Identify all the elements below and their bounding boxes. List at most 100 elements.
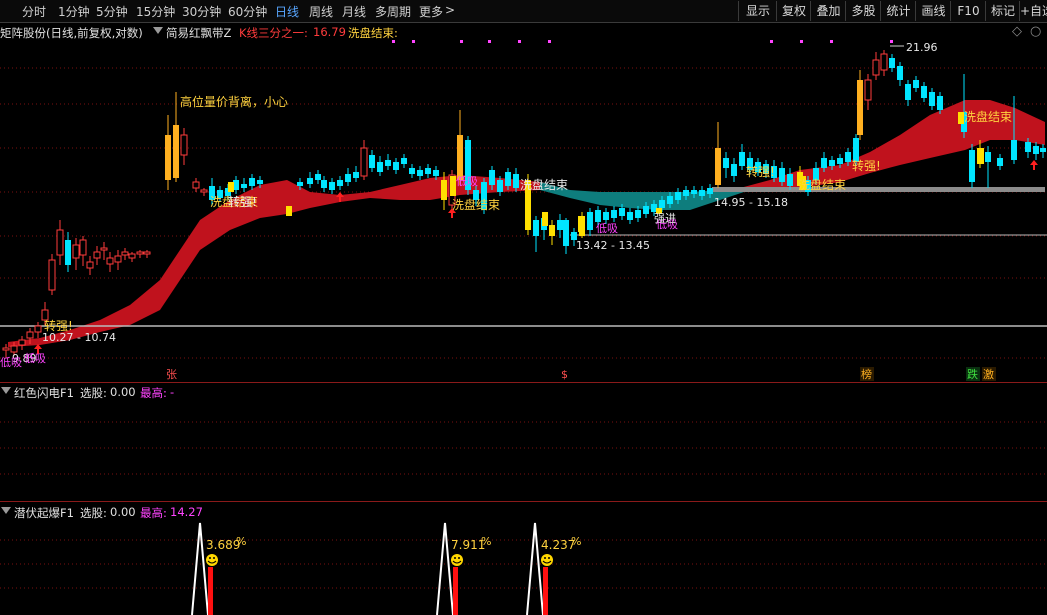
candle-body	[611, 210, 617, 218]
candle-body-up	[200, 189, 208, 193]
candle-body	[837, 158, 843, 164]
panel2-indicator-name[interactable]: 红色闪电F1	[14, 385, 74, 401]
panel3-indicator-name[interactable]: 潜伏起爆F1	[14, 505, 74, 521]
spike-percent-label: %	[236, 535, 246, 548]
candle-body-up	[93, 251, 101, 259]
candle-body	[1040, 148, 1046, 152]
panel3-select-value: 0.00	[110, 505, 136, 519]
candle-body-up	[34, 325, 42, 333]
chevron-right-icon[interactable]: >	[445, 3, 455, 17]
adjust-button[interactable]: 复权	[776, 1, 811, 21]
candle-body	[699, 190, 705, 196]
candle-body	[937, 96, 943, 110]
candle-body	[369, 155, 375, 168]
candle-body-up	[872, 59, 880, 76]
spike-percent-label: %	[571, 535, 581, 548]
candle-body	[659, 200, 665, 208]
period-tab-60min[interactable]: 60分钟	[228, 3, 267, 20]
panel2-select-label: 选股:	[80, 386, 107, 400]
smiley-eye	[213, 557, 215, 559]
multi-stock-button[interactable]: 多股	[845, 1, 881, 21]
turn-strong-annotation: 转强!	[44, 318, 73, 333]
candlestick-chart[interactable]: 21.9614.95 - 15.1813.42 - 13.4510.27 - 1…	[0, 40, 1047, 383]
period-tab-more[interactable]: 更多	[419, 3, 443, 20]
param1-label: K线三分之一:	[239, 26, 308, 40]
candle-body-up	[121, 251, 129, 256]
event-marker: $	[561, 368, 568, 381]
candle-body	[557, 220, 563, 230]
candle-body	[401, 158, 407, 164]
candle-body	[549, 225, 555, 236]
candle-body	[345, 174, 351, 182]
smiley-icon	[541, 554, 553, 566]
overlay-button[interactable]: 叠加	[810, 1, 846, 21]
candle-body	[315, 174, 321, 180]
candle-body	[533, 220, 539, 236]
candle-body	[921, 86, 927, 98]
dropdown-triangle-icon[interactable]	[153, 27, 163, 34]
spike-percent-label: %	[481, 535, 491, 548]
candle-body	[1025, 142, 1031, 152]
period-tab-5min[interactable]: 5分钟	[96, 3, 128, 20]
candle-body	[595, 210, 601, 222]
candle-body-up	[79, 239, 87, 256]
circle-icon[interactable]: ○	[1030, 24, 1041, 39]
resistance-band	[712, 187, 1045, 192]
candle-body-up	[56, 229, 64, 256]
period-tab-multi[interactable]: 多周期	[375, 3, 411, 20]
mark-button[interactable]: 标记	[985, 1, 1020, 21]
candle-body	[779, 168, 785, 182]
dropdown-triangle-icon[interactable]	[1, 387, 11, 394]
wash-end-annotation: 洗盘结束	[798, 177, 846, 192]
candle-body	[513, 174, 519, 188]
period-tab-weekly[interactable]: 周线	[309, 3, 333, 20]
candle-body	[905, 84, 911, 100]
candle-body	[929, 92, 935, 106]
candle-body	[857, 80, 863, 135]
draw-line-button[interactable]: 画线	[915, 1, 951, 21]
spike-bar	[453, 567, 458, 615]
signal-block	[286, 206, 292, 216]
period-tab-30min[interactable]: 30分钟	[182, 3, 221, 20]
candle-body	[297, 182, 303, 186]
candle-body	[913, 80, 919, 88]
smiley-eye	[548, 557, 550, 559]
panel-divider	[0, 501, 1047, 502]
f10-button[interactable]: F10	[950, 1, 986, 21]
indicator-name[interactable]: 简易红飘带Z	[166, 25, 231, 41]
panel3-max-label: 最高:	[140, 506, 167, 520]
period-tab-1min[interactable]: 1分钟	[58, 3, 90, 20]
candle-body	[635, 210, 641, 218]
period-tab-15min[interactable]: 15分钟	[136, 3, 175, 20]
statistics-button[interactable]: 统计	[880, 1, 916, 21]
signal-block	[228, 182, 234, 192]
period-tab-daily[interactable]: 日线	[275, 3, 299, 20]
signal-dot	[412, 40, 415, 43]
candle-body-up	[143, 251, 151, 255]
candle-body	[683, 190, 689, 196]
diamond-icon[interactable]: ◇	[1012, 24, 1022, 39]
display-button[interactable]: 显示	[738, 1, 777, 21]
dropdown-triangle-icon[interactable]	[1, 507, 11, 514]
period-tab-monthly[interactable]: 月线	[342, 3, 366, 20]
candle-body	[889, 58, 895, 68]
signal-dot	[830, 40, 833, 43]
candle-body	[985, 152, 991, 162]
candle-body-up	[2, 347, 10, 351]
candle-body-up	[48, 259, 56, 291]
candle-body-up	[192, 181, 200, 189]
candle-body	[731, 164, 737, 176]
candle-body-up	[360, 147, 368, 177]
period-tab-fenshi[interactable]: 分时	[22, 3, 46, 20]
candle-body-up	[136, 251, 144, 255]
candle-body	[497, 180, 503, 192]
price-range-label: 13.42 - 13.45	[576, 239, 650, 252]
candle-body	[173, 125, 179, 178]
signal-dot	[392, 40, 395, 43]
event-marker: 榜	[861, 367, 872, 381]
candle-body	[739, 152, 745, 166]
signal-dot	[488, 40, 491, 43]
candle-body	[409, 168, 415, 174]
add-favorite-button[interactable]: +自选	[1019, 1, 1047, 21]
candle-body	[249, 178, 255, 186]
